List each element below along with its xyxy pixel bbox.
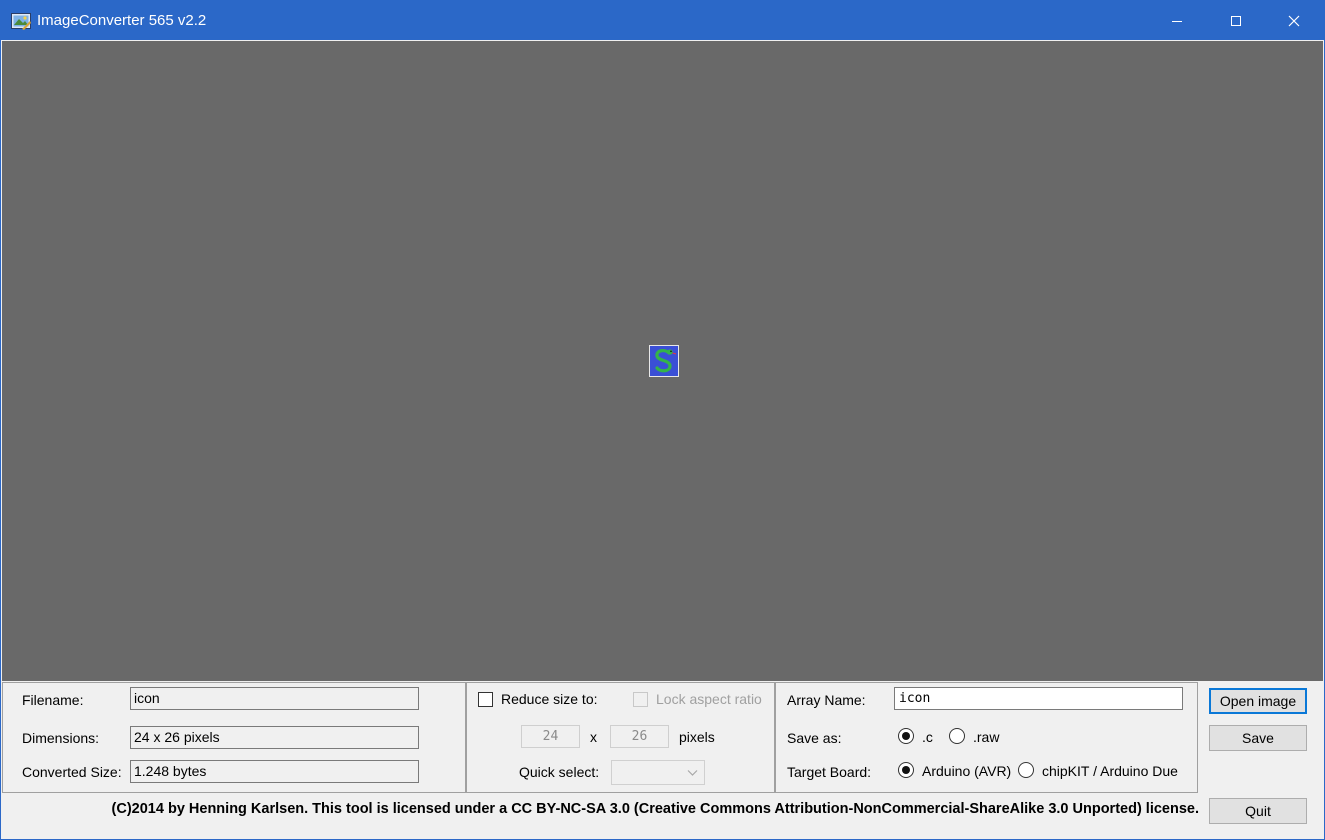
target-chipkit-label[interactable]: chipKIT / Arduino Due: [1042, 763, 1178, 779]
license-text: (C)2014 by Henning Karlsen. This tool is…: [111, 801, 1199, 817]
save-button[interactable]: Save: [1209, 725, 1307, 751]
save-as-raw-label[interactable]: .raw: [973, 729, 999, 745]
target-avr-label[interactable]: Arduino (AVR): [922, 763, 1011, 779]
target-chipkit-radio[interactable]: [1018, 762, 1034, 778]
target-board-label: Target Board:: [787, 764, 872, 780]
converted-size-label: Converted Size:: [22, 764, 122, 780]
title-bar[interactable]: ImageConverter 565 v2.2: [1, 1, 1324, 40]
app-icon: [11, 11, 31, 31]
maximize-button[interactable]: [1207, 1, 1265, 40]
maximize-icon: [1231, 15, 1241, 26]
quit-button[interactable]: Quit: [1209, 798, 1307, 824]
array-name-label: Array Name:: [787, 692, 866, 708]
target-avr-radio[interactable]: [898, 762, 914, 778]
filename-label: Filename:: [22, 692, 84, 708]
reduce-size-checkbox[interactable]: [478, 692, 493, 707]
minimize-button[interactable]: [1148, 1, 1206, 40]
height-input[interactable]: 26: [610, 725, 669, 748]
close-button[interactable]: [1265, 1, 1323, 40]
lock-aspect-label[interactable]: Lock aspect ratio: [656, 691, 762, 707]
filename-field: icon: [130, 687, 419, 710]
chevron-down-icon: [687, 770, 698, 776]
output-options-group: Array Name: Save as: .c .raw Target Boar…: [775, 682, 1198, 793]
save-as-raw-radio[interactable]: [949, 728, 965, 744]
minimize-icon: [1172, 20, 1182, 22]
file-info-group: Filename: icon Dimensions: 24 x 26 pixel…: [2, 682, 466, 793]
close-icon: [1288, 15, 1300, 26]
window-title: ImageConverter 565 v2.2: [37, 12, 207, 29]
quick-select-label: Quick select:: [519, 764, 600, 780]
save-as-label: Save as:: [787, 730, 842, 746]
app-window: ImageConverter 565 v2.2 Filename: icon D…: [0, 0, 1325, 840]
resize-group: Reduce size to: Lock aspect ratio 24 x 2…: [466, 682, 775, 793]
reduce-size-label[interactable]: Reduce size to:: [501, 691, 598, 707]
image-preview: [649, 345, 679, 377]
dimensions-field: 24 x 26 pixels: [130, 726, 419, 749]
save-as-c-label[interactable]: .c: [922, 729, 933, 745]
lock-aspect-checkbox[interactable]: [633, 692, 648, 707]
array-name-input[interactable]: [894, 687, 1183, 710]
dimensions-label: Dimensions:: [22, 730, 100, 746]
times-label: x: [590, 729, 597, 745]
pixels-label: pixels: [679, 729, 715, 745]
quick-select-dropdown[interactable]: [611, 760, 705, 785]
save-as-c-radio[interactable]: [898, 728, 914, 744]
image-preview-canvas: [2, 41, 1323, 681]
width-input[interactable]: 24: [521, 725, 580, 748]
converted-size-field: 1.248 bytes: [130, 760, 419, 783]
open-image-button[interactable]: Open image: [1209, 688, 1307, 714]
